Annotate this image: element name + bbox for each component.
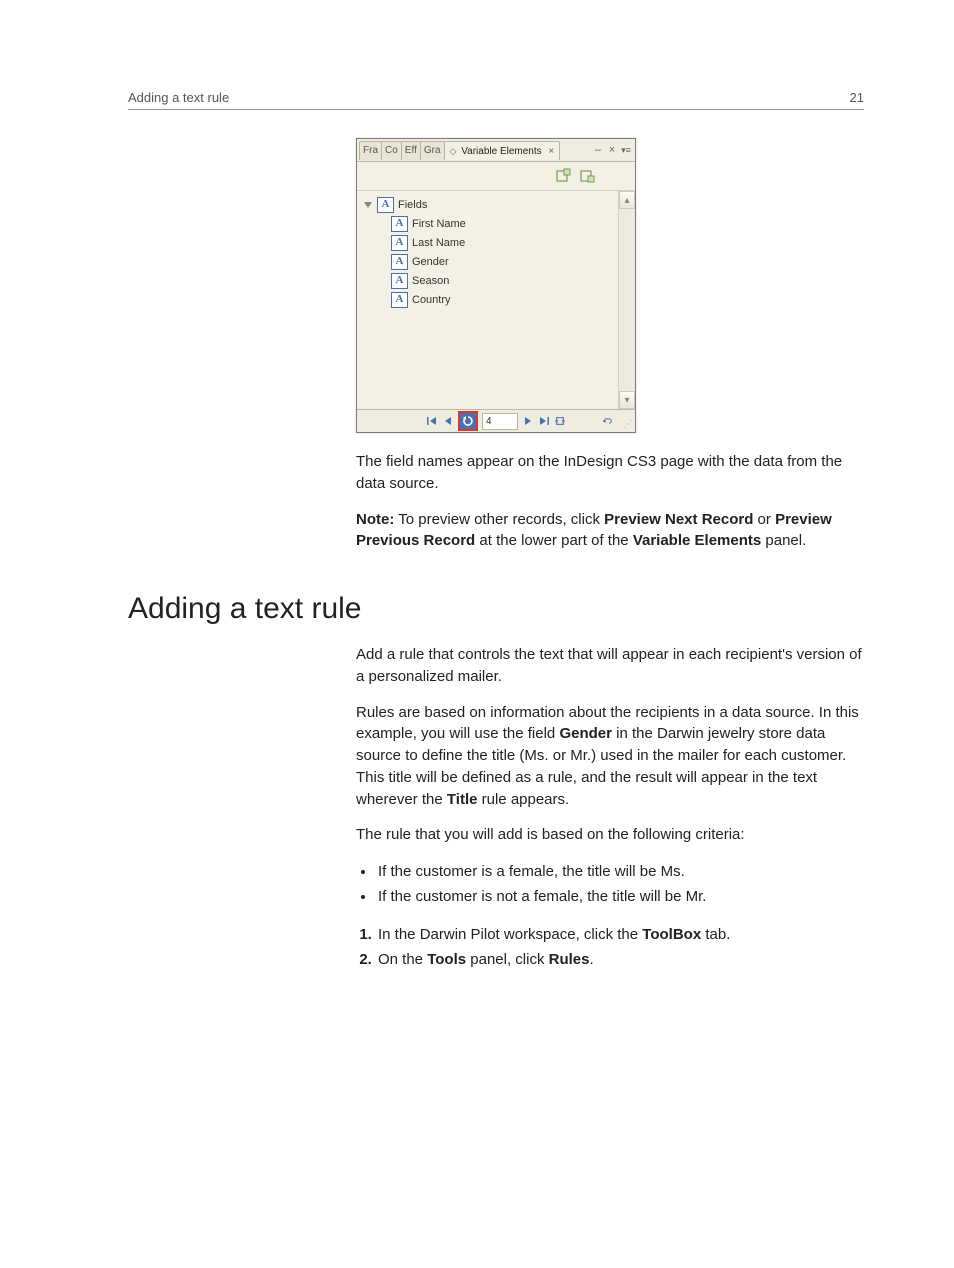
text-field-type-icon: A [391, 254, 408, 270]
panel-tabstrip: Fra Co Eff Gra ◇ Variable Elements × [359, 141, 559, 160]
note-paragraph: Note: To preview other records, click Pr… [356, 509, 864, 553]
text-field-type-icon: A [377, 197, 394, 213]
tree-root-label: Fields [398, 199, 427, 211]
minimize-icon[interactable]: – [593, 145, 603, 155]
list-item: If the customer is not a female, the tit… [376, 885, 864, 908]
panel-body: A Fields A First Name A Last Name A Gend… [357, 191, 635, 409]
tab-graphics[interactable]: Gra [420, 141, 445, 160]
last-record-icon[interactable] [538, 414, 550, 428]
refresh-preview-button[interactable] [458, 411, 478, 431]
previous-record-icon[interactable] [442, 414, 454, 428]
content-column: Fra Co Eff Gra ◇ Variable Elements × – ×… [356, 138, 864, 552]
undo-icon[interactable] [601, 414, 613, 428]
tree-item-season[interactable]: A Season [361, 271, 614, 290]
document-page: Adding a text rule 21 Fra Co Eff Gra ◇ V… [0, 0, 954, 1268]
close-window-icon[interactable]: × [607, 145, 617, 155]
note-label: Note: [356, 511, 394, 528]
text-field-type-icon: A [391, 216, 408, 232]
section-heading: Adding a text rule [128, 592, 864, 626]
record-nav-bar: 4 ⋰ [357, 409, 635, 432]
tree-item-label: First Name [412, 218, 466, 230]
tree-item-first-name[interactable]: A First Name [361, 214, 614, 233]
window-controls: – × ▾≡ [593, 145, 633, 155]
panel-toolbar [357, 162, 635, 191]
variable-elements-panel: Fra Co Eff Gra ◇ Variable Elements × – ×… [356, 138, 636, 433]
paragraph: The rule that you will add is based on t… [356, 824, 864, 846]
panel-menu-icon[interactable]: ▾≡ [621, 145, 631, 155]
tab-label: Variable Elements [461, 146, 541, 157]
add-record-icon[interactable] [579, 168, 595, 184]
scroll-down-icon[interactable]: ▾ [619, 391, 635, 409]
record-number-field[interactable]: 4 [482, 413, 518, 430]
tree-item-label: Season [412, 275, 449, 287]
text-field-type-icon: A [391, 292, 408, 308]
close-icon[interactable]: × [548, 146, 554, 157]
tree-root-fields[interactable]: A Fields [361, 195, 614, 214]
paragraph: The field names appear on the InDesign C… [356, 451, 864, 495]
list-item: If the customer is a female, the title w… [376, 860, 864, 883]
running-header-title: Adding a text rule [128, 90, 229, 105]
tree-item-country[interactable]: A Country [361, 290, 614, 309]
diamond-icon: ◇ [450, 146, 457, 156]
paragraph: Add a rule that controls the text that w… [356, 644, 864, 688]
next-record-icon[interactable] [522, 414, 534, 428]
tab-color[interactable]: Co [381, 141, 402, 160]
tab-frames[interactable]: Fra [359, 141, 382, 160]
running-header-page: 21 [850, 90, 864, 105]
step-item: In the Darwin Pilot workspace, click the… [376, 923, 864, 946]
criteria-list: If the customer is a female, the title w… [356, 860, 864, 909]
paragraph: Rules are based on information about the… [356, 702, 864, 811]
scroll-up-icon[interactable]: ▴ [619, 191, 635, 209]
tree-item-last-name[interactable]: A Last Name [361, 233, 614, 252]
tree-item-gender[interactable]: A Gender [361, 252, 614, 271]
steps-list: In the Darwin Pilot workspace, click the… [356, 923, 864, 972]
text-field-type-icon: A [391, 273, 408, 289]
disclosure-triangle-icon[interactable] [363, 200, 373, 210]
content-column: Add a rule that controls the text that w… [356, 644, 864, 971]
tab-effects[interactable]: Eff [401, 141, 421, 160]
text-field-type-icon: A [391, 235, 408, 251]
running-header: Adding a text rule 21 [128, 90, 864, 110]
fit-page-icon[interactable] [554, 414, 566, 428]
tab-variable-elements[interactable]: ◇ Variable Elements × [444, 141, 561, 160]
fields-tree: A Fields A First Name A Last Name A Gend… [357, 191, 618, 409]
vertical-scrollbar[interactable]: ▴ ▾ [618, 191, 635, 409]
tree-item-label: Gender [412, 256, 449, 268]
step-item: On the Tools panel, click Rules. [376, 948, 864, 971]
add-field-icon[interactable] [555, 168, 571, 184]
tree-item-label: Country [412, 294, 451, 306]
panel-titlebar: Fra Co Eff Gra ◇ Variable Elements × – ×… [357, 139, 635, 162]
tree-item-label: Last Name [412, 237, 465, 249]
resize-grip-icon[interactable]: ⋰ [623, 419, 631, 430]
first-record-icon[interactable] [426, 414, 438, 428]
